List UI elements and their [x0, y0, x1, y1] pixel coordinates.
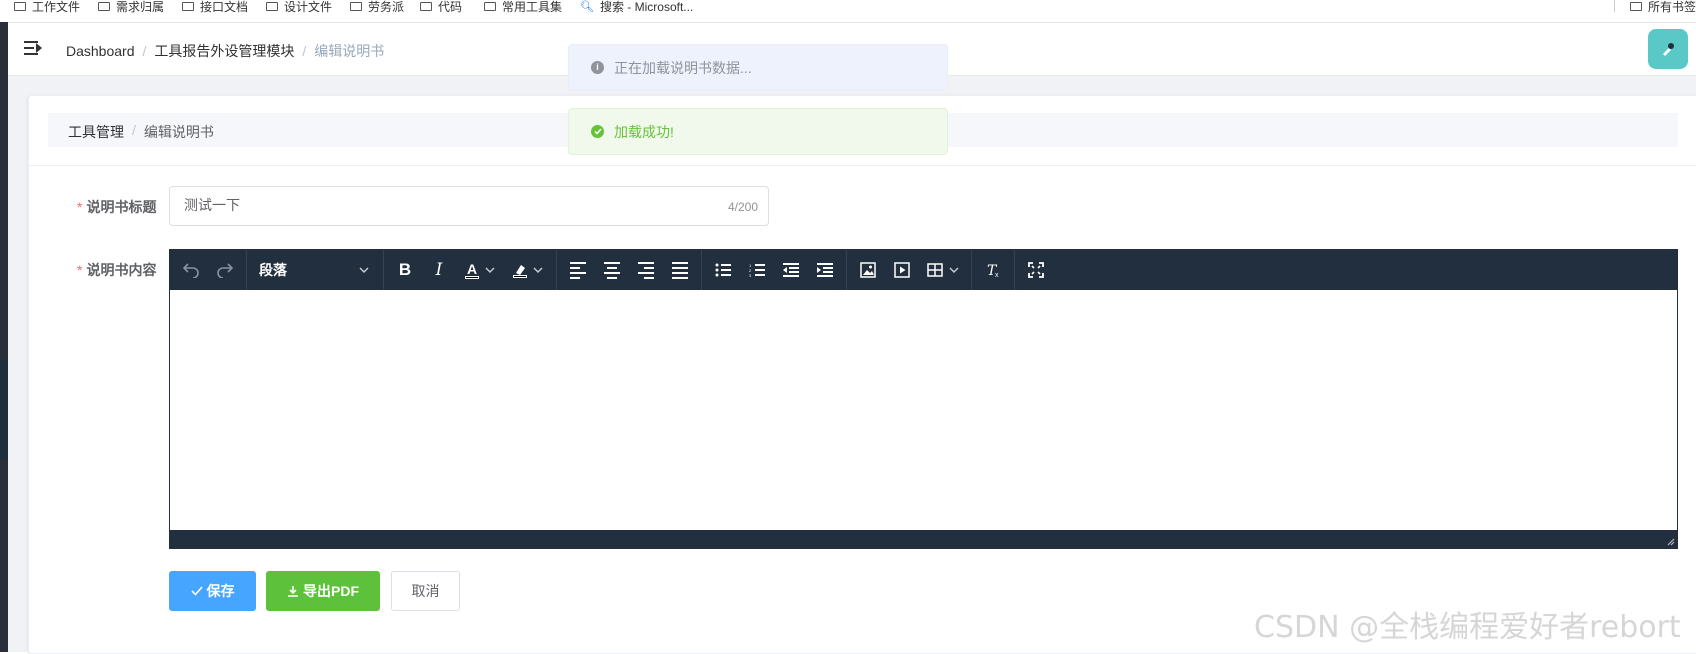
loading-message: i 正在加载说明书数据...: [568, 44, 948, 91]
watermark: CSDN @全栈编程爱好者rebort: [1254, 610, 1681, 645]
folder-icon: [14, 1, 26, 11]
align-justify-icon[interactable]: [663, 254, 697, 286]
align-group: [557, 250, 702, 290]
chevron-down-icon: [359, 265, 369, 276]
folder-icon: [350, 1, 362, 11]
bookmark-item[interactable]: 劳务派: [350, 0, 404, 16]
editor-toolbar: 段落 B I A 1 2 3 T x: [170, 250, 1677, 290]
info-icon: i: [591, 61, 604, 74]
success-message: 加载成功!: [568, 108, 948, 155]
table-icon[interactable]: [919, 254, 967, 286]
numbered-list-icon[interactable]: 123: [740, 254, 774, 286]
folder-icon: [182, 1, 194, 11]
bookmark-item[interactable]: 需求归属: [98, 0, 164, 16]
folder-icon: [484, 1, 496, 11]
chevron-down-icon: [485, 265, 495, 276]
editor-statusbar: [170, 530, 1677, 548]
fullscreen-icon[interactable]: [1019, 254, 1053, 286]
chevron-down-icon: [949, 265, 959, 276]
bookmarks-divider: [1614, 0, 1615, 12]
list-group: 123: [702, 250, 847, 290]
undo-icon[interactable]: [174, 254, 208, 286]
indent-icon[interactable]: [808, 254, 842, 286]
title-label: * 说明书标题: [77, 199, 157, 215]
title-input[interactable]: [184, 197, 664, 213]
breadcrumb-separator: /: [132, 122, 136, 138]
folder-icon: [98, 1, 110, 11]
text-style-group: B I A: [384, 250, 557, 290]
bookmark-item[interactable]: 设计文件: [266, 0, 332, 16]
card-breadcrumb-current: 编辑说明书: [143, 124, 214, 140]
bookmark-item[interactable]: 代码: [420, 0, 462, 16]
title-char-counter: 4/200: [727, 200, 758, 214]
outdent-icon[interactable]: [774, 254, 808, 286]
align-center-icon[interactable]: [595, 254, 629, 286]
align-left-icon[interactable]: [561, 254, 595, 286]
card-breadcrumb: 工具管理 / 编辑说明书: [68, 122, 214, 142]
bookmarks-bar: 工作文件 需求归属 接口文档 设计文件 劳务派 代码 常用工具集 🔍︎ 搜索 - …: [0, 0, 1696, 23]
cancel-button[interactable]: 取消: [391, 571, 460, 611]
check-icon: [190, 586, 203, 596]
breadcrumb-dashboard[interactable]: Dashboard: [66, 43, 135, 59]
breadcrumb-module[interactable]: 工具报告外设管理模块: [154, 41, 294, 61]
media-icon[interactable]: [885, 254, 919, 286]
search-icon: 🔍︎: [580, 0, 594, 13]
text-color-icon[interactable]: A: [456, 254, 504, 286]
svg-text:x: x: [995, 272, 999, 278]
resize-handle-icon[interactable]: [1665, 536, 1675, 546]
align-right-icon[interactable]: [629, 254, 663, 286]
history-group: [170, 250, 247, 290]
card-divider: [29, 165, 1696, 166]
save-button[interactable]: 保存: [169, 571, 256, 611]
bold-icon[interactable]: B: [388, 254, 422, 286]
italic-icon[interactable]: I: [422, 254, 456, 286]
all-bookmarks[interactable]: 所有书签: [1630, 0, 1696, 16]
svg-text:3: 3: [749, 273, 752, 277]
format-group: 段落: [247, 250, 384, 290]
insert-group: [847, 250, 972, 290]
card-breadcrumb-tools[interactable]: 工具管理: [68, 122, 124, 142]
sidebar-highlight: [0, 360, 8, 460]
success-check-icon: [591, 125, 604, 138]
bookmark-item[interactable]: 常用工具集: [484, 0, 562, 16]
hamburger-icon[interactable]: [24, 41, 42, 55]
download-icon: [288, 586, 298, 597]
chevron-down-icon: [533, 265, 543, 276]
breadcrumb-separator: /: [142, 43, 147, 59]
bookmark-item[interactable]: 接口文档: [182, 0, 248, 16]
tool-icon: [1660, 41, 1676, 57]
view-group: [1015, 250, 1057, 290]
block-format-select[interactable]: 段落: [251, 254, 379, 286]
bookmark-item[interactable]: 🔍︎ 搜索 - Microsoft...: [580, 0, 693, 16]
image-icon[interactable]: [851, 254, 885, 286]
title-field[interactable]: 4/200: [169, 186, 769, 226]
breadcrumb-separator: /: [302, 43, 307, 59]
breadcrumb-current: 编辑说明书: [314, 43, 385, 59]
bullet-list-icon[interactable]: [706, 254, 740, 286]
sidebar-collapsed: [0, 22, 8, 652]
highlight-icon[interactable]: [504, 254, 552, 286]
rich-text-editor: 段落 B I A 1 2 3 T x: [169, 249, 1678, 549]
clear-group: Tx: [972, 250, 1015, 290]
bookmark-item[interactable]: 工作文件: [14, 0, 80, 16]
redo-icon[interactable]: [208, 254, 242, 286]
folder-icon: [1630, 1, 1642, 11]
content-label: * 说明书内容: [77, 262, 157, 278]
breadcrumb: Dashboard / 工具报告外设管理模块 / 编辑说明书: [66, 41, 384, 61]
editor-content[interactable]: [170, 290, 1677, 530]
folder-icon: [266, 1, 278, 11]
export-pdf-button[interactable]: 导出PDF: [266, 571, 380, 611]
avatar[interactable]: [1648, 29, 1688, 69]
clear-formatting-icon[interactable]: Tx: [976, 254, 1010, 286]
folder-icon: [420, 1, 432, 11]
